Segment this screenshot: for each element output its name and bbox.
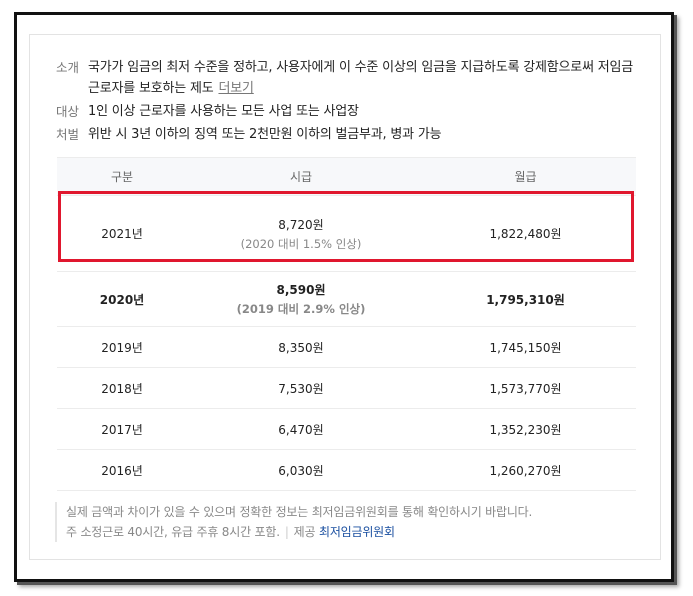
table-row: 2016년 6,030원 1,260,270원 — [57, 449, 636, 491]
hourly-cell: 7,530원 — [187, 367, 415, 409]
info-row-intro: 소개 국가가 임금의 최저 수준을 정하고, 사용자에게 이 수준 이상의 임금… — [30, 57, 660, 100]
header-hourly: 시급 — [187, 157, 415, 196]
year-cell: 2016년 — [57, 449, 187, 491]
info-key: 대상 — [56, 104, 80, 119]
monthly-cell: 1,573,770원 — [415, 367, 636, 409]
footnote-line-1: 실제 금액과 차이가 있을 수 있으며 정확한 정보는 최저임금위원회를 통해 … — [66, 505, 533, 519]
minimum-wage-card: 소개 국가가 임금의 최저 수준을 정하고, 사용자에게 이 수준 이상의 임금… — [29, 34, 661, 560]
year-cell: 2019년 — [57, 326, 187, 368]
table-row: 2019년 8,350원 1,745,150원 — [57, 326, 636, 368]
info-key: 처벌 — [56, 127, 80, 142]
hourly-value: 8,720원 — [278, 217, 324, 232]
year-cell: 2017년 — [57, 408, 187, 450]
year-cell: 2018년 — [57, 367, 187, 409]
info-key: 소개 — [56, 60, 80, 75]
info-value: 국가가 임금의 최저 수준을 정하고, 사용자에게 이 수준 이상의 임금을 지… — [88, 57, 660, 100]
table-row: 2017년 6,470원 1,352,230원 — [57, 408, 636, 450]
year-cell: 2021년 — [57, 195, 187, 272]
info-section: 소개 국가가 임금의 최저 수준을 정하고, 사용자에게 이 수준 이상의 임금… — [30, 57, 660, 146]
hourly-cell: 8,590원 (2019 대비 2.9% 인상) — [187, 271, 415, 327]
more-link[interactable]: 더보기 — [218, 81, 253, 96]
separator: | — [284, 525, 289, 539]
hourly-cell: 8,350원 — [187, 326, 415, 368]
wage-table: 구분 시급 월급 2021년 8,720원 (2020 대비 1.5% 인상) 1… — [57, 157, 636, 491]
provider-link[interactable]: 최저임금위원회 — [319, 525, 395, 539]
info-value: 1인 이상 근로자를 사용하는 모든 사업 또는 사업장 — [88, 104, 359, 119]
provider-label: 제공 — [293, 525, 316, 539]
info-row-penalty: 처벌 위반 시 3년 이하의 징역 또는 2천만원 이하의 벌금부과, 병과 가… — [30, 124, 660, 146]
year-cell: 2020년 — [57, 271, 187, 327]
info-value: 위반 시 3년 이하의 징역 또는 2천만원 이하의 벌금부과, 병과 가능 — [88, 127, 442, 142]
table-row: 2020년 8,590원 (2019 대비 2.9% 인상) 1,795,310원 — [57, 271, 636, 327]
monthly-cell: 1,795,310원 — [415, 271, 636, 327]
monthly-cell: 1,745,150원 — [415, 326, 636, 368]
monthly-cell: 1,260,270원 — [415, 449, 636, 491]
intro-text: 국가가 임금의 최저 수준을 정하고, 사용자에게 이 수준 이상의 임금을 지… — [88, 60, 634, 96]
info-row-target: 대상 1인 이상 근로자를 사용하는 모든 사업 또는 사업장 — [30, 101, 660, 123]
header-category: 구분 — [57, 157, 187, 196]
monthly-cell: 1,352,230원 — [415, 408, 636, 450]
table-row: 2018년 7,530원 1,573,770원 — [57, 367, 636, 409]
hourly-value: 8,590원 — [276, 283, 326, 297]
hourly-cell: 6,030원 — [187, 449, 415, 491]
footnote-line-2: 주 소정근로 40시간, 유급 주휴 8시간 포함. | 제공 최저임금위원회 — [66, 522, 635, 542]
footnote-hours: 주 소정근로 40시간, 유급 주휴 8시간 포함. — [66, 525, 280, 539]
hourly-cell: 6,470원 — [187, 408, 415, 450]
header-monthly: 월급 — [415, 157, 636, 196]
hourly-note: (2019 대비 2.9% 인상) — [236, 302, 366, 316]
table-row: 2021년 8,720원 (2020 대비 1.5% 인상) 1,822,480원 — [57, 195, 636, 272]
table-header-row: 구분 시급 월급 — [57, 157, 636, 196]
footnote: 실제 금액과 차이가 있을 수 있으며 정확한 정보는 최저임금위원회를 통해 … — [55, 502, 635, 542]
monthly-cell: 1,822,480원 — [415, 195, 636, 272]
hourly-note: (2020 대비 1.5% 인상) — [240, 236, 362, 251]
hourly-cell: 8,720원 (2020 대비 1.5% 인상) — [187, 195, 415, 272]
